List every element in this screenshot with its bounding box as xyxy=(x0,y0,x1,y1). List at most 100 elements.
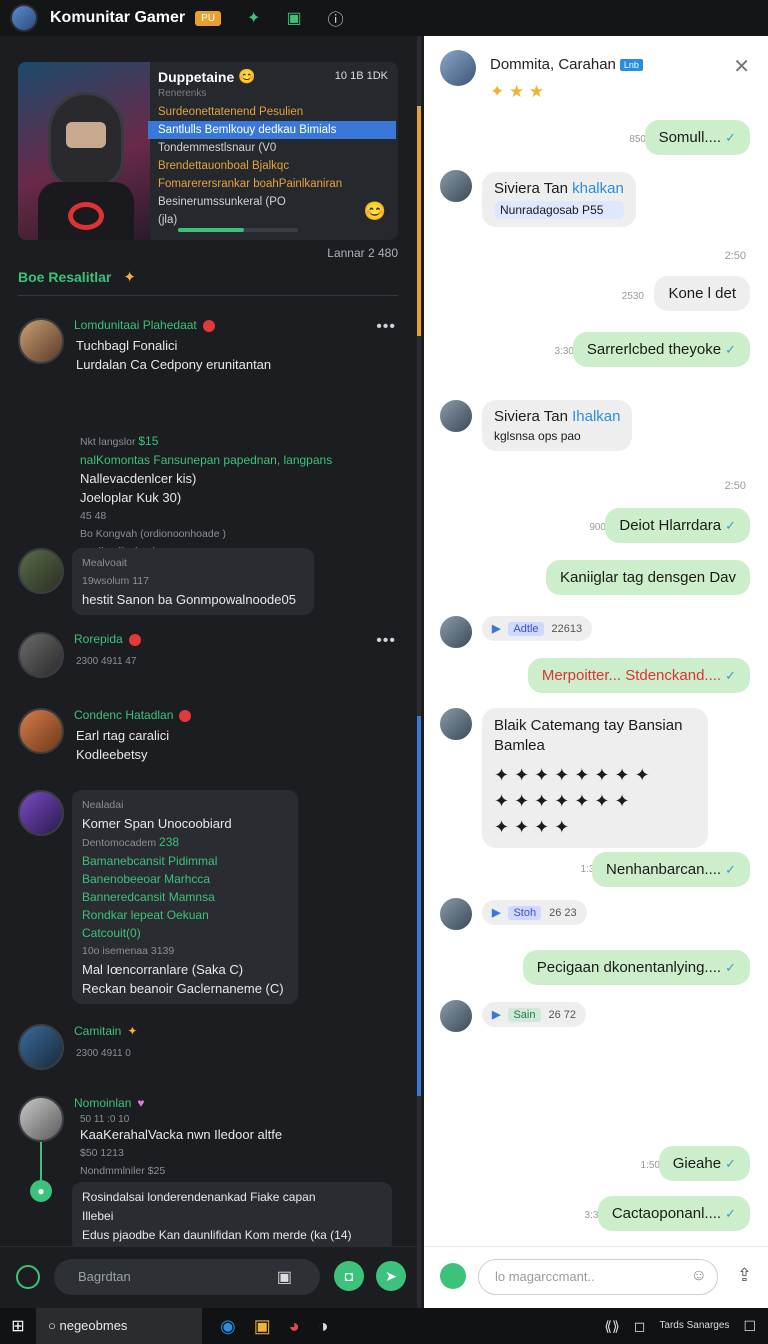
sender-avatar[interactable] xyxy=(438,614,474,650)
chat-message[interactable]: Pecigaan dkonentanlying.... ✓ xyxy=(522,950,750,985)
post-author-text: Camitain xyxy=(74,1024,122,1038)
play-icon[interactable]: ▶ xyxy=(492,1009,500,1021)
sender-avatar[interactable] xyxy=(438,998,474,1034)
play-icon[interactable]: ▶ xyxy=(492,907,500,919)
camera-button[interactable]: ◘ xyxy=(334,1261,364,1291)
folder-icon[interactable]: ▣ xyxy=(254,1316,271,1337)
post-author-text: Nomoinlan xyxy=(74,1096,132,1110)
chat-header: Dommita, Carahan Lnb ✦ ★ ★ ✕ xyxy=(424,36,768,112)
post-author[interactable]: Condenc Hatadlan xyxy=(74,708,192,722)
post-time: 50 11 :0 10 xyxy=(80,1114,130,1125)
post-avatar[interactable] xyxy=(18,548,64,594)
sender-avatar[interactable] xyxy=(438,168,474,204)
post-line: KaaKerahalVacka nwn Iledoor altfe xyxy=(80,1127,283,1142)
msg-text: Cactaoponanl.... xyxy=(611,1205,722,1222)
chat-composer: lo magarccmant.. ☺ ⇪ xyxy=(424,1246,768,1308)
more-icon[interactable]: ••• xyxy=(376,632,396,650)
post-line: Lurdalan Ca Cedpony erunitantan xyxy=(76,357,272,372)
featured-card[interactable]: Duppetaine 😊 Renerenks Surdeonettatenend P… xyxy=(18,62,398,240)
chat-message[interactable]: Blaik Catemang tay Bansian Bamlea ✦ ✦ ✦ … xyxy=(482,708,708,848)
community-input[interactable]: Bagrdtan ▣ xyxy=(54,1259,320,1295)
voice-message[interactable]: ▶ Sain 26 72 xyxy=(482,1002,587,1027)
taskbar-search[interactable]: ○ negeobmes xyxy=(36,1308,202,1344)
post-avatar[interactable] xyxy=(18,1096,64,1142)
post-author[interactable]: Lomdunitaai Plahedaat xyxy=(74,318,215,332)
browser-icon[interactable]: ◉ xyxy=(220,1316,236,1337)
msg-time: 2530 xyxy=(621,291,644,302)
post-avatar[interactable] xyxy=(18,790,64,836)
windows-icon[interactable]: ⊞ xyxy=(0,1316,36,1336)
post-avatar[interactable] xyxy=(18,1024,64,1070)
chat-input-placeholder: lo magarccmant.. xyxy=(495,1269,595,1284)
chat-message[interactable]: Sarrerlcbed theyoke ✓ xyxy=(572,332,750,367)
post-author[interactable]: Camitain ✦ xyxy=(74,1024,137,1038)
chat-message[interactable]: Merpoitter... Stdenckand.... ✓ xyxy=(527,658,750,693)
msg-text: Gieahe xyxy=(672,1155,722,1172)
chat-message[interactable]: Somull.... ✓ xyxy=(644,120,750,155)
section-header: Boe Resalitlar ✦ xyxy=(18,268,398,296)
chat-input[interactable]: lo magarccmant.. ☺ xyxy=(478,1259,718,1295)
sender-avatar[interactable] xyxy=(438,896,474,932)
chrome-icon[interactable]: ◕ xyxy=(289,1316,300,1337)
alert-icon xyxy=(128,633,141,646)
chat-message[interactable]: Cactaoponanl.... ✓ xyxy=(597,1196,750,1231)
app-title: Komunitar Gamer xyxy=(50,9,186,26)
featured-line[interactable]: Santlulls Bemlkouy dedkau Bimials xyxy=(148,121,396,139)
my-avatar[interactable] xyxy=(440,1263,466,1289)
post-time: 19wsolum 117 xyxy=(82,575,149,587)
send-button[interactable]: ➤ xyxy=(376,1261,406,1291)
chat-message[interactable]: Siviera Tan Ihalkan kglsnsa ops pao xyxy=(482,400,633,451)
community-composer: Bagrdtan ▣ ◘ ➤ xyxy=(0,1246,422,1308)
network-icon[interactable]: ⟪⟫ xyxy=(604,1318,620,1335)
attachment[interactable]: Nunradagosab P55 xyxy=(494,201,624,219)
msg-text: Blaik Catemang tay Bansian Bamlea xyxy=(494,717,683,754)
check-icon: ✓ xyxy=(725,862,736,877)
msg-time: 850 xyxy=(629,134,646,145)
sender-avatar[interactable] xyxy=(438,706,474,742)
upload-icon[interactable]: ⇪ xyxy=(737,1265,752,1286)
post-avatar[interactable] xyxy=(18,708,64,754)
chat-message[interactable]: Kone l det xyxy=(654,276,750,311)
chat-message[interactable]: Deiot Hlarrdara ✓ xyxy=(605,508,750,543)
pane-divider[interactable] xyxy=(417,36,421,1308)
featured-line: Tondemmestlsnaur (V0 xyxy=(158,142,277,154)
post-author[interactable]: Nomoinlan ♥ xyxy=(74,1096,145,1110)
info-icon[interactable]: ⓘ xyxy=(328,6,344,30)
voice-message[interactable]: ▶ Stoh 26 23 xyxy=(482,900,587,925)
chat-message[interactable]: Gieahe ✓ xyxy=(658,1146,750,1181)
featured-progress xyxy=(178,228,298,232)
post-avatar[interactable] xyxy=(18,632,64,678)
chat-message[interactable]: Nenhanbarcan.... ✓ xyxy=(592,852,750,887)
bag-icon[interactable]: ▣ xyxy=(286,8,301,28)
sender-avatar[interactable] xyxy=(438,398,474,434)
post-author-text: Rorepida xyxy=(74,632,123,646)
notification-icon[interactable]: ☐ xyxy=(743,1318,756,1335)
attachment[interactable]: kglsnsa ops pao xyxy=(494,429,620,443)
tray-text: Tards Sanarges xyxy=(659,1320,730,1331)
clipboard-icon[interactable]: ◻ xyxy=(634,1318,646,1335)
chat-name-text: Dommita, Carahan xyxy=(490,56,616,73)
user-avatar[interactable] xyxy=(10,4,38,32)
featured-name-text: Duppetaine xyxy=(158,68,235,85)
post-author: Nealadai xyxy=(82,799,124,811)
sender-handle: Ihalkan xyxy=(572,408,621,425)
play-icon[interactable]: ▶ xyxy=(492,623,500,635)
thread-dot-icon[interactable]: ● xyxy=(30,1180,52,1202)
voice-message[interactable]: ▶ Adtle 22613 xyxy=(482,616,593,641)
top-bar: Komunitar Gamer PU ✦ ▣ ⓘ ✦ ◻ ▣ ◉ ✕ xyxy=(0,0,768,1308)
more-icon[interactable]: ••• xyxy=(376,318,396,336)
close-icon[interactable]: ✕ xyxy=(733,54,750,79)
chat-message[interactable]: Siviera Tan khalkan Nunradagosab P55 xyxy=(482,172,636,227)
image-icon[interactable]: ▣ xyxy=(277,1267,292,1287)
app-icon[interactable]: ◑ xyxy=(318,1316,329,1337)
post-line: Reckan beanoir Gaclernaneme (C) xyxy=(82,981,284,996)
section-title: Boe Resalitlar xyxy=(18,269,112,285)
emoji-icon[interactable]: ☺ xyxy=(691,1267,707,1285)
post-avatar[interactable] xyxy=(18,318,64,364)
chat-avatar[interactable] xyxy=(440,50,476,86)
gamepad-icon[interactable]: ✦ xyxy=(247,8,260,28)
search-icon: ○ xyxy=(48,1318,56,1333)
emoji-icon[interactable] xyxy=(16,1265,40,1289)
chat-message[interactable]: Kaniiglar tag densgen Dav xyxy=(546,560,750,595)
post-author[interactable]: Rorepida xyxy=(74,632,141,646)
